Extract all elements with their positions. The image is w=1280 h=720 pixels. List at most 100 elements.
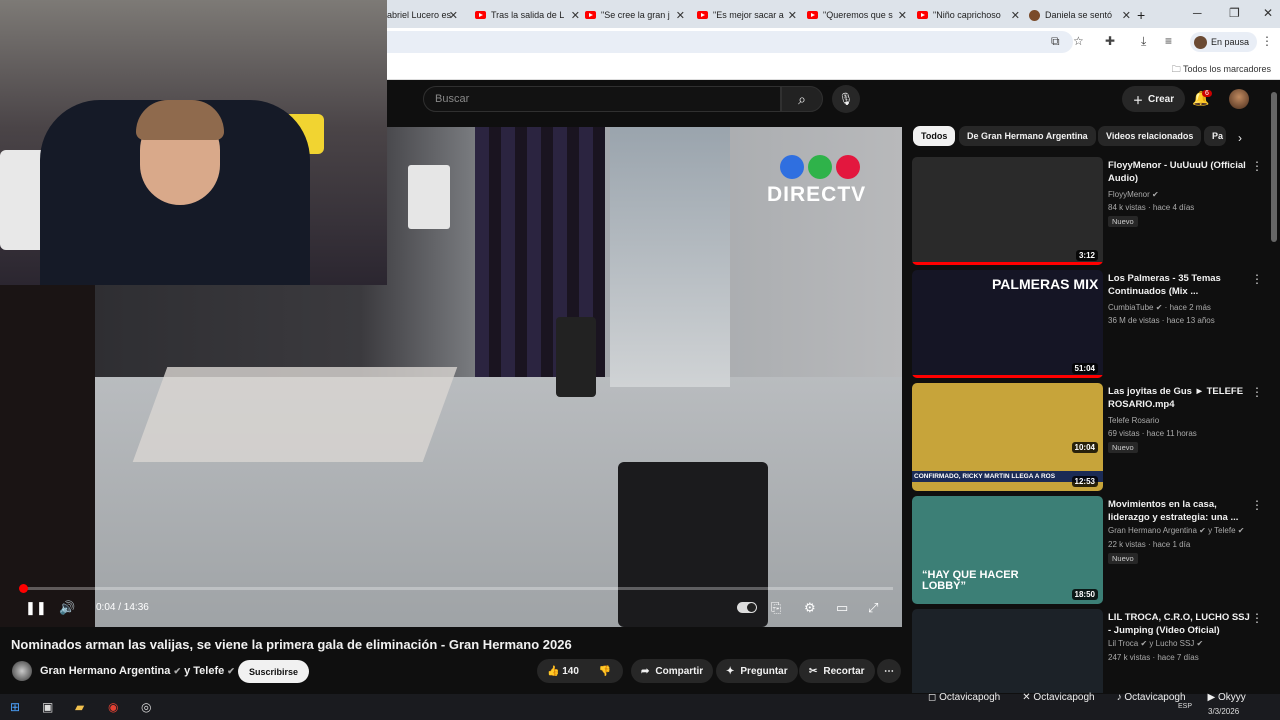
kebab-menu-icon[interactable]: ⋮ [1251,272,1263,286]
video-thumbnail[interactable]: “HAY QUE HACER LOBBY” 18:50 [912,496,1103,604]
chip-channel[interactable]: De Gran Hermano Argentina [959,126,1096,146]
chrome-icon[interactable]: ◉ [108,700,118,714]
kebab-menu-icon[interactable]: ⋮ [1251,159,1263,173]
rec-title[interactable]: Movimientos en la casa, liderazgo y estr… [1108,498,1250,524]
close-window-icon[interactable]: ✕ [1263,6,1273,20]
social-handle-text: Octavicapogh [1033,692,1095,703]
subtitles-icon[interactable]: ⎘ [771,600,781,616]
browser-tab[interactable]: Daniela se sentó ✕ [1029,4,1131,26]
close-icon[interactable]: ✕ [676,9,685,22]
browser-tab[interactable]: "Niño caprichoso ✕ [917,4,1020,26]
video-thumbnail[interactable]: 3:12 [912,157,1103,265]
extensions-icon[interactable]: ✚ [1105,34,1115,48]
language-indicator[interactable]: ESP [1178,703,1192,710]
rec-channel[interactable]: FloyyMenor ✔ [1108,190,1159,199]
instagram-icon: ◻ [928,692,937,703]
fullscreen-icon[interactable]: ⤢ [868,600,878,616]
watched-bar [912,375,1103,378]
rec-channel-extra: y Telefe [1205,526,1236,535]
pause-button[interactable]: ❚❚ [25,600,47,616]
ask-button[interactable]: ✦ Preguntar [716,659,798,683]
close-icon[interactable]: ✕ [1122,9,1131,22]
create-button[interactable]: ＋ Crear [1122,86,1186,112]
voice-search-button[interactable]: 🎙 [832,85,860,113]
video-thumbnail[interactable]: CONFIRMADO, RICKY MARTIN LLEGA A ROS 10:0… [912,383,1103,491]
browser-tab[interactable]: "Queremos que s ✕ [807,4,907,26]
duration-badge: 3:12 [1075,250,1098,261]
chevron-right-icon[interactable]: › [1238,131,1242,145]
close-icon[interactable]: ✕ [449,9,458,22]
install-app-icon[interactable]: ⧉ [1051,34,1060,49]
list-item[interactable]: PALMERAS MIX 51:04 Los Palmeras - 35 Tema… [912,270,1272,378]
taskbar-date[interactable]: 3/3/2026 [1208,707,1239,716]
more-actions-button[interactable]: ⋯ [877,659,901,683]
browser-tab[interactable]: abriel Lucero es ✕ [387,4,462,26]
obs-icon[interactable]: ◎ [141,700,151,714]
browser-menu-icon[interactable]: ⋮ [1261,34,1273,48]
chip-all[interactable]: Todos [913,126,956,146]
video-thumbnail[interactable]: PALMERAS MIX 51:04 [912,270,1103,378]
video-thumbnail[interactable] [912,609,1103,693]
rec-channel[interactable]: Lil Troca ✔ y Lucho SSJ ✔ [1108,639,1203,648]
all-bookmarks-button[interactable]: 🗀 Todos los marcadores [1172,62,1271,78]
download-icon[interactable]: ⤓ [1141,34,1146,49]
list-item[interactable]: “HAY QUE HACER LOBBY” 18:50 Movimientos e… [912,496,1272,604]
chip-more[interactable]: Pa [1204,126,1226,146]
restore-icon[interactable]: ❐ [1229,6,1240,20]
share-button[interactable]: ➦ Compartir [631,659,714,683]
media-player-icon[interactable]: ▣ [42,700,53,714]
windows-start-icon[interactable]: ⊞ [10,700,20,714]
chip-related[interactable]: Videos relacionados [1098,126,1202,146]
subscribe-button[interactable]: Suscribirse [238,660,310,683]
browser-tab[interactable]: "Es mejor sacar a ✕ [697,4,797,26]
rec-channel[interactable]: CumbiaTube ✔ · hace 2 más [1108,303,1211,312]
settings-gear-icon[interactable]: ⚙ [804,600,816,616]
rec-channel-name: Lil Troca [1108,639,1139,648]
new-tab-button[interactable]: + [1137,4,1145,26]
like-button[interactable]: 👍 140 [547,666,579,677]
theater-mode-icon[interactable]: ▭ [836,600,848,616]
rec-channel[interactable]: Telefe Rosario [1108,416,1159,425]
kebab-menu-icon[interactable]: ⋮ [1251,498,1263,512]
bookmark-star-icon[interactable]: ☆ [1073,34,1084,48]
watched-bar [912,262,1103,265]
rec-title[interactable]: FloyyMenor - UuUuuU (Official Audio) [1108,159,1250,185]
media-control-icon[interactable]: ≡ [1165,34,1172,48]
rec-channel[interactable]: Gran Hermano Argentina ✔ y Telefe ✔ [1108,526,1244,535]
dislike-button[interactable]: 👎 [599,666,611,677]
video-left-wall [0,282,95,627]
create-label: Crear [1148,93,1175,105]
address-bar[interactable] [387,31,1073,53]
progress-bar[interactable] [21,587,893,590]
volume-icon[interactable]: 🔊 [59,600,75,616]
file-explorer-icon[interactable]: ▰ [75,700,84,714]
autoplay-toggle[interactable] [737,602,757,613]
account-avatar[interactable] [1229,89,1249,109]
list-item[interactable]: LIL TROCA, C.R.O, LUCHO SSJ - Jumping (V… [912,609,1272,693]
progress-scrubber[interactable] [19,584,28,593]
search-button[interactable]: ⌕ [781,86,823,112]
sparkle-icon: ✦ [726,665,735,677]
rec-meta: 22 k vistas · hace 1 día [1108,540,1191,549]
channel-avatar[interactable] [12,661,32,681]
close-icon[interactable]: ✕ [571,9,580,22]
close-icon[interactable]: ✕ [788,9,797,22]
kebab-menu-icon[interactable]: ⋮ [1251,385,1263,399]
close-icon[interactable]: ✕ [1011,9,1020,22]
kebab-menu-icon[interactable]: ⋮ [1251,611,1263,625]
clip-button[interactable]: ✂ Recortar [799,659,875,683]
minimize-icon[interactable]: ─ [1193,6,1202,20]
search-input[interactable]: Buscar [423,86,781,112]
like-dislike-group: 👍 140 👎 [537,659,623,683]
profile-status-chip[interactable]: En pausa [1190,32,1258,52]
close-icon[interactable]: ✕ [898,9,907,22]
browser-tab[interactable]: Tras la salida de L ✕ [475,4,580,26]
rec-title[interactable]: LIL TROCA, C.R.O, LUCHO SSJ - Jumping (V… [1108,611,1250,637]
rec-title[interactable]: Las joyitas de Gus ► TELEFE ROSARIO.mp4 [1108,385,1250,411]
browser-tab[interactable]: "Se cree la gran j ✕ [585,4,685,26]
list-item[interactable]: 3:12 FloyyMenor - UuUuuU (Official Audio… [912,157,1272,265]
rec-title[interactable]: Los Palmeras - 35 Temas Continuados (Mix… [1108,272,1250,298]
list-item[interactable]: CONFIRMADO, RICKY MARTIN LLEGA A ROS 10:0… [912,383,1272,491]
channel-name[interactable]: Gran Hermano Argentina ✔ y Telefe ✔ [40,665,235,677]
page-scrollbar[interactable] [1271,92,1277,242]
